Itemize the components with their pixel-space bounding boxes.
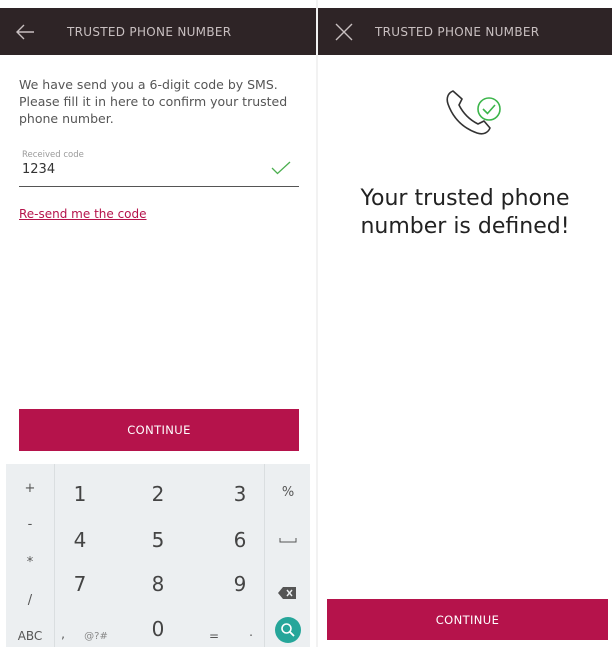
received-code-field: Received code xyxy=(19,146,299,187)
verify-code-screen: TRUSTED PHONE NUMBER We have send you a … xyxy=(0,0,316,647)
close-icon[interactable] xyxy=(330,18,358,46)
continue-button[interactable]: CONTINUE xyxy=(327,599,608,640)
space-icon[interactable] xyxy=(276,530,300,550)
key-abc[interactable]: ABC xyxy=(10,626,50,646)
key-0[interactable]: 0 xyxy=(138,612,178,646)
key-3[interactable]: 3 xyxy=(220,476,260,512)
resend-code-link[interactable]: Re-send me the code xyxy=(19,207,147,221)
app-header: TRUSTED PHONE NUMBER xyxy=(0,8,316,55)
search-icon[interactable] xyxy=(274,616,302,644)
received-code-label: Received code xyxy=(22,150,84,160)
instructions-text: We have send you a 6-digit code by SMS. … xyxy=(19,77,288,126)
key-9[interactable]: 9 xyxy=(220,566,260,602)
back-arrow-icon[interactable] xyxy=(12,18,40,46)
key-minus[interactable]: - xyxy=(20,512,40,536)
key-special-chars[interactable]: @?# xyxy=(78,626,114,646)
key-8[interactable]: 8 xyxy=(138,566,178,602)
key-plus[interactable]: + xyxy=(20,476,40,500)
phone-defined-screen: TRUSTED PHONE NUMBER Your trusted phone … xyxy=(318,0,612,647)
received-code-input[interactable] xyxy=(22,162,242,177)
numeric-keyboard: + - * / 1 2 3 4 5 6 7 8 9 ABC , @?# 0 = … xyxy=(6,464,310,647)
key-6[interactable]: 6 xyxy=(220,522,260,558)
key-2[interactable]: 2 xyxy=(138,476,178,512)
keyboard-divider xyxy=(54,464,55,647)
backspace-icon[interactable] xyxy=(274,582,300,604)
keyboard-divider xyxy=(264,464,265,647)
key-1[interactable]: 1 xyxy=(60,476,100,512)
checkmark-icon xyxy=(271,160,291,179)
key-5[interactable]: 5 xyxy=(138,522,178,558)
header-title: TRUSTED PHONE NUMBER xyxy=(67,25,232,39)
continue-button[interactable]: CONTINUE xyxy=(19,409,299,451)
key-equals[interactable]: = xyxy=(204,626,224,646)
key-dot[interactable]: . xyxy=(244,622,258,642)
success-message: Your trusted phone number is defined! xyxy=(360,186,570,239)
key-percent[interactable]: % xyxy=(276,480,300,504)
key-divide[interactable]: / xyxy=(20,588,40,612)
key-comma[interactable]: , xyxy=(56,624,70,644)
key-4[interactable]: 4 xyxy=(60,522,100,558)
key-multiply[interactable]: * xyxy=(20,550,40,574)
header-title: TRUSTED PHONE NUMBER xyxy=(375,25,540,39)
key-7[interactable]: 7 xyxy=(60,566,100,602)
app-header: TRUSTED PHONE NUMBER xyxy=(318,8,612,55)
phone-check-icon xyxy=(443,83,509,143)
